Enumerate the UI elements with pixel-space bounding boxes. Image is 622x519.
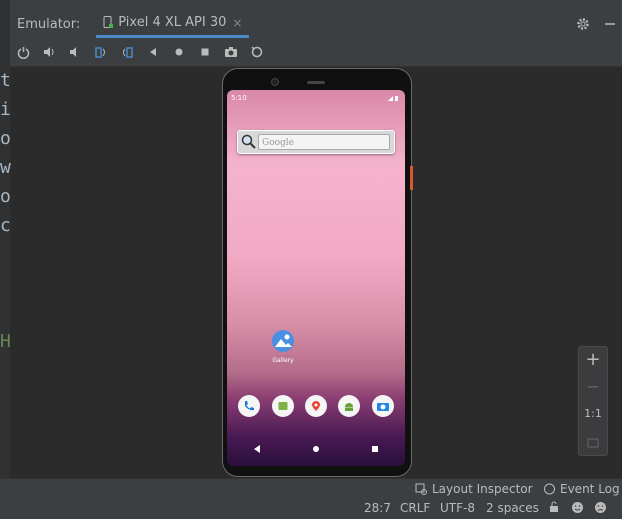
power-icon	[17, 46, 29, 59]
camera-icon	[225, 47, 237, 57]
status-time: 5:10	[231, 94, 247, 102]
messages-icon	[278, 402, 288, 410]
rotate-left-icon	[95, 46, 105, 58]
zoom-fit-button[interactable]	[579, 433, 607, 452]
front-camera-icon	[271, 78, 279, 86]
tool-window-bar: Layout Inspector Event Log	[0, 478, 622, 499]
maps-app[interactable]	[304, 395, 327, 417]
zoom-in-button[interactable]: +	[579, 349, 607, 370]
event-log-icon	[544, 483, 555, 494]
status-icons	[387, 95, 399, 104]
phone-call-icon	[245, 401, 255, 411]
emulator-titlebar: Emulator: Pixel 4 XL API 30 ×	[10, 10, 622, 38]
phone-side-button	[410, 166, 413, 190]
code-line: o	[0, 186, 11, 207]
back-triangle-icon	[150, 48, 156, 56]
phone-navbar	[227, 445, 405, 453]
rotate-right-button[interactable]	[114, 40, 140, 64]
layout-inspector-label: Layout Inspector	[432, 482, 533, 496]
close-icon[interactable]: ×	[232, 16, 242, 30]
nav-back-icon[interactable]	[253, 445, 261, 453]
code-line: w	[0, 157, 11, 178]
nav-home-icon[interactable]	[312, 445, 320, 453]
search-icon	[241, 134, 256, 149]
screenshot-button[interactable]	[218, 40, 244, 64]
layout-inspector-icon	[415, 483, 427, 495]
zoom-button[interactable]	[244, 40, 270, 64]
event-log-label: Event Log	[560, 482, 620, 496]
line-separator[interactable]: CRLF	[400, 501, 430, 515]
android-icon	[345, 403, 354, 411]
back-button[interactable]	[140, 40, 166, 64]
status-bar: 28:7 CRLF UTF-8 2 spaces	[0, 499, 622, 519]
code-editor[interactable]: t i o w o c H	[0, 67, 11, 473]
power-button[interactable]	[10, 40, 36, 64]
zoom-actual-button[interactable]: 1:1	[579, 407, 607, 420]
code-line: i	[0, 99, 11, 120]
gallery-app-icon[interactable]	[272, 330, 294, 352]
app-dock	[227, 395, 405, 417]
map-pin-icon	[311, 401, 320, 411]
camera-app[interactable]	[371, 395, 394, 417]
minimize-icon[interactable]	[604, 18, 616, 30]
sad-face-icon[interactable]	[594, 501, 607, 517]
file-encoding[interactable]: UTF-8	[440, 501, 475, 515]
gallery-icon	[275, 334, 292, 347]
earpiece	[307, 81, 325, 84]
code-line: t	[0, 70, 11, 91]
rotate-right-icon	[123, 46, 133, 58]
layout-inspector-button[interactable]: Layout Inspector	[415, 482, 533, 496]
code-line: H	[0, 331, 11, 352]
overview-square-icon	[201, 48, 209, 56]
rotate-left-button[interactable]	[88, 40, 114, 64]
volume-up-icon	[43, 47, 53, 57]
fit-screen-icon	[587, 438, 599, 448]
messages-app[interactable]	[271, 395, 294, 417]
settings-app[interactable]	[338, 395, 361, 417]
volume-down-icon	[69, 47, 76, 57]
home-circle-icon	[175, 48, 183, 56]
zoom-search-icon	[251, 46, 263, 58]
zoom-out-button[interactable]: −	[579, 377, 607, 396]
happy-face-icon[interactable]	[571, 501, 584, 517]
volume-up-button[interactable]	[36, 40, 62, 64]
volume-down-button[interactable]	[62, 40, 88, 64]
gear-icon[interactable]	[576, 17, 590, 31]
event-log-button[interactable]: Event Log	[543, 482, 620, 496]
gallery-app-label: Gallery	[272, 357, 294, 364]
tab-device[interactable]: Pixel 4 XL API 30 ×	[96, 10, 250, 38]
emulator-label: Emulator:	[17, 16, 81, 32]
code-line: o	[0, 128, 11, 149]
battery-icon	[388, 96, 398, 101]
search-input[interactable]: Google	[258, 134, 390, 150]
phone-icon	[103, 16, 114, 28]
zoom-controls: + − 1:1	[578, 346, 608, 456]
home-button[interactable]	[166, 40, 192, 64]
caret-position[interactable]: 28:7	[364, 501, 391, 515]
indent-setting[interactable]: 2 spaces	[486, 501, 539, 515]
google-search-widget[interactable]: Google	[237, 130, 395, 154]
code-line: c	[0, 215, 11, 236]
overview-button[interactable]	[192, 40, 218, 64]
emulator-toolbar	[10, 38, 622, 67]
camera-app-icon	[376, 403, 389, 411]
phone-app[interactable]	[238, 395, 261, 417]
device-tab-label: Pixel 4 XL API 30	[118, 15, 227, 30]
current-line-highlight	[0, 358, 10, 384]
phone-screen[interactable]: 5:10 Google Gallery	[227, 90, 405, 466]
lock-icon[interactable]	[548, 501, 560, 516]
nav-recents-icon[interactable]	[371, 445, 379, 453]
